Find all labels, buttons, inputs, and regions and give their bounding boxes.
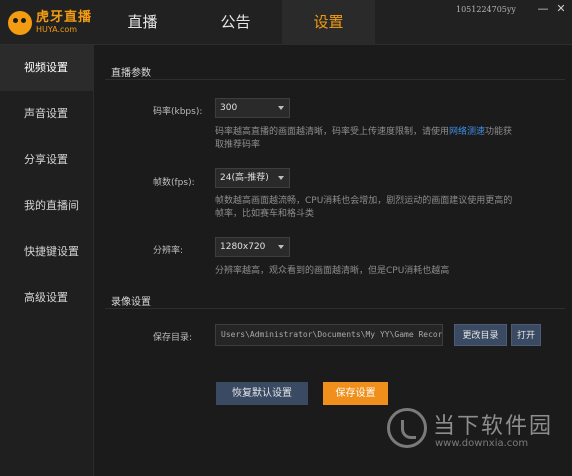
logo-subtitle: HUYA.com bbox=[36, 25, 78, 34]
huya-logo: 虎牙直播 HUYA.com bbox=[0, 0, 96, 45]
section-divider bbox=[105, 308, 565, 309]
sidebar-item-my-room[interactable]: 我的直播间 bbox=[0, 183, 93, 229]
network-speed-test-link[interactable]: 网络测速 bbox=[449, 127, 485, 137]
minimize-icon[interactable]: — bbox=[536, 3, 550, 15]
change-dir-button[interactable]: 更改目录 bbox=[454, 324, 507, 346]
record-section-title: 录像设置 bbox=[111, 297, 151, 308]
logo-name: 虎牙直播 bbox=[36, 10, 93, 25]
open-dir-button[interactable]: 打开 bbox=[511, 324, 541, 346]
sidebar-item-hotkeys[interactable]: 快捷键设置 bbox=[0, 229, 93, 275]
top-bar: 虎牙直播 HUYA.com 直播 公告 设置 1051224705yy — ✕ bbox=[0, 0, 572, 45]
bitrate-select[interactable]: 300 bbox=[215, 98, 290, 118]
sidebar-item-video[interactable]: 视频设置 bbox=[0, 45, 93, 91]
fps-select[interactable]: 24(高-推荐) bbox=[215, 168, 290, 188]
settings-sidebar: 视频设置 声音设置 分享设置 我的直播间 快捷键设置 高级设置 bbox=[0, 45, 94, 476]
bitrate-label: 码率(kbps): bbox=[153, 107, 203, 117]
watermark-url: www.downxia.com bbox=[435, 438, 529, 449]
tab-notice[interactable]: 公告 bbox=[189, 0, 282, 45]
reset-defaults-button[interactable]: 恢复默认设置 bbox=[216, 382, 308, 405]
resolution-hint: 分辨率越高，观众看到的画面越清晰，但是CPU消耗也越高 bbox=[215, 266, 450, 276]
bitrate-hint: 码率越高直播的画面越清晰，码率受上传速度限制，请使用网络测速功能获取推荐码率 bbox=[215, 126, 515, 152]
huya-logo-icon bbox=[8, 10, 32, 35]
save-dir-label: 保存目录: bbox=[153, 333, 193, 343]
sidebar-item-share[interactable]: 分享设置 bbox=[0, 137, 93, 183]
section-divider bbox=[105, 79, 565, 80]
sidebar-item-audio[interactable]: 声音设置 bbox=[0, 91, 93, 137]
bitrate-hint-text: 码率越高直播的画面越清晰，码率受上传速度限制，请使用 bbox=[215, 127, 450, 137]
fps-hint: 帧数越高画面越流畅，CPU消耗也会增加，剧烈运动的画面建议使用更高的帧率，比如赛… bbox=[215, 196, 513, 219]
fps-label: 帧数(fps): bbox=[153, 178, 195, 188]
account-id: 1051224705yy bbox=[456, 5, 516, 14]
close-icon[interactable]: ✕ bbox=[554, 3, 568, 15]
bitrate-value: 300 bbox=[220, 103, 238, 113]
save-dir-field[interactable]: Users\Administrator\Documents\My YY\Game… bbox=[215, 324, 443, 346]
chevron-down-icon bbox=[278, 106, 284, 110]
resolution-select[interactable]: 1280x720 bbox=[215, 237, 290, 257]
chevron-down-icon bbox=[278, 245, 284, 249]
main-tabs: 直播 公告 设置 bbox=[96, 0, 375, 45]
save-settings-button[interactable]: 保存设置 bbox=[323, 382, 388, 405]
watermark: 当下软件园 www.downxia.com bbox=[387, 404, 557, 460]
watermark-text: 当下软件园 bbox=[433, 414, 554, 439]
chevron-down-icon bbox=[278, 176, 284, 180]
resolution-value: 1280x720 bbox=[220, 242, 266, 252]
resolution-label: 分辨率: bbox=[153, 246, 184, 256]
watermark-logo-icon bbox=[387, 408, 427, 448]
tab-live[interactable]: 直播 bbox=[96, 0, 189, 45]
sidebar-item-advanced[interactable]: 高级设置 bbox=[0, 275, 93, 321]
tab-settings[interactable]: 设置 bbox=[282, 0, 375, 45]
fps-value: 24(高-推荐) bbox=[220, 173, 269, 183]
live-section-title: 直播参数 bbox=[111, 68, 151, 79]
